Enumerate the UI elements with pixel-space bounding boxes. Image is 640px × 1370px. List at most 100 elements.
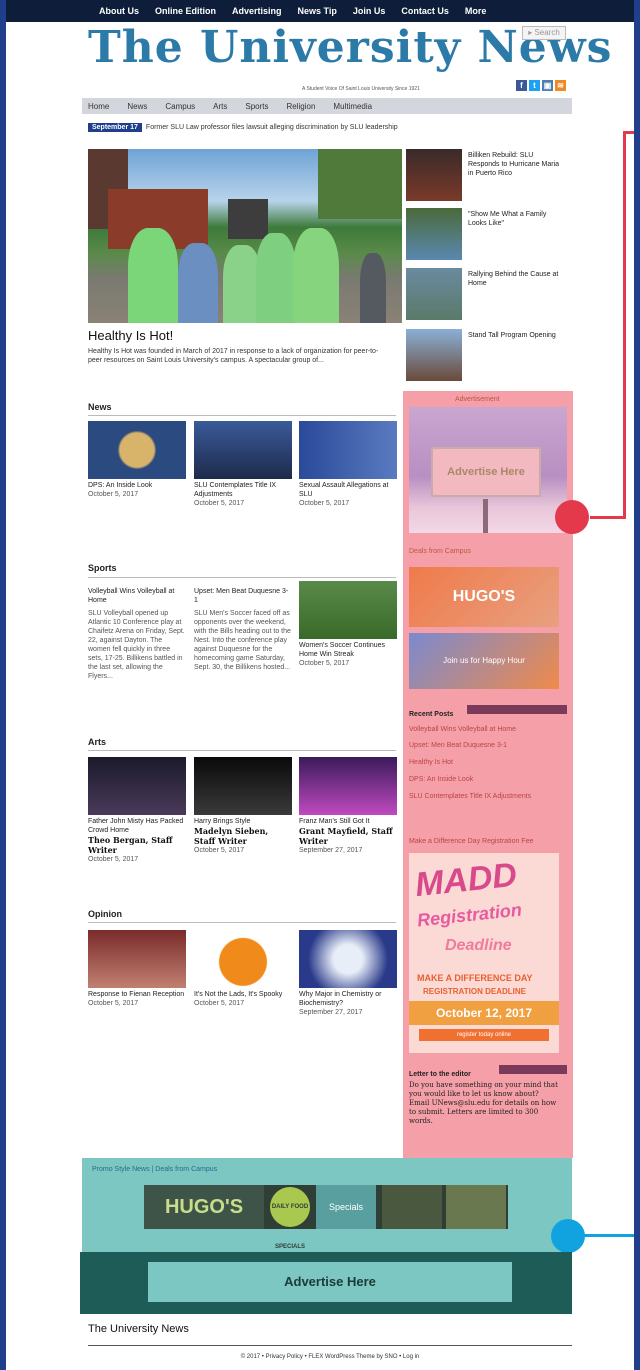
side-story[interactable]: Rallying Behind the Cause at Home xyxy=(406,268,566,320)
recent-post-link[interactable]: Healthy Is Hot xyxy=(409,758,559,767)
card-title[interactable]: Sexual Assault Allegations at SLU xyxy=(299,481,397,499)
callout-marker-blue xyxy=(551,1219,585,1253)
hugos-banner-ad[interactable]: HUGO'S DAILY FOOD SPECIALS Specials xyxy=(144,1185,508,1250)
news-card[interactable]: Sexual Assault Allegations at SLU Octobe… xyxy=(299,421,397,508)
nav-home[interactable]: Home xyxy=(88,102,109,111)
opinion-card[interactable]: It's Not the Lads, It's Spooky October 5… xyxy=(194,930,292,1008)
rss-icon[interactable]: ≋ xyxy=(555,80,566,91)
nav-news[interactable]: News xyxy=(127,102,147,111)
facebook-icon[interactable]: f xyxy=(516,80,527,91)
section-heading-sports[interactable]: Sports xyxy=(88,563,117,573)
card-date: October 5, 2017 xyxy=(88,1000,139,1007)
hero-title[interactable]: Healthy Is Hot! xyxy=(88,328,173,343)
card-title[interactable]: Response to Fienan Reception xyxy=(88,990,186,999)
section-heading-opinion[interactable]: Opinion xyxy=(88,909,122,919)
card-image xyxy=(88,930,186,988)
section-heading-arts[interactable]: Arts xyxy=(88,737,106,747)
madd-ad[interactable]: MADD Registration Deadline MAKE A DIFFER… xyxy=(409,853,559,1053)
opinion-card[interactable]: Response to Fienan Reception October 5, … xyxy=(88,930,186,1008)
side-story[interactable]: "Show Me What a Family Looks Like" xyxy=(406,208,566,260)
madd-date: October 12, 2017 xyxy=(409,1001,559,1025)
top-nav-more[interactable]: More xyxy=(457,0,495,22)
card-title[interactable]: Volleyball Wins Volleyball at Home xyxy=(88,587,186,605)
card-title[interactable]: Father John Misty Has Packed Crowd Home xyxy=(88,817,186,835)
heading-bar xyxy=(467,705,567,714)
card-byline: Theo Bergan, Staff Writer xyxy=(88,835,173,855)
footer-copyright: © 2017 • Privacy Policy • FLEX WordPress… xyxy=(240,1354,420,1360)
card-date: September 27, 2017 xyxy=(299,847,363,854)
news-card[interactable]: SLU Contemplates Title IX Adjustments Oc… xyxy=(194,421,292,508)
card-title[interactable]: Why Major in Chemistry or Biochemistry? xyxy=(299,990,397,1008)
recent-post-link[interactable]: SLU Contemplates Title IX Adjustments xyxy=(409,792,559,801)
site-title[interactable]: The University News xyxy=(88,22,611,73)
search-button[interactable]: ▸ Search xyxy=(522,26,566,40)
nav-sports[interactable]: Sports xyxy=(245,102,268,111)
main-nav: Home News Campus Arts Sports Religion Mu… xyxy=(82,98,572,114)
advertise-here-button[interactable]: Advertise Here xyxy=(148,1262,512,1302)
twitter-icon[interactable]: t xyxy=(529,80,540,91)
top-nav-contact[interactable]: Contact Us xyxy=(393,0,457,22)
ticker-date: September 17 xyxy=(88,122,142,132)
hero-image[interactable] xyxy=(88,149,402,323)
recent-post-link[interactable]: Upset: Men Beat Duquesne 3-1 xyxy=(409,741,559,750)
callout-line xyxy=(623,131,626,519)
ad-label: Advertisement xyxy=(455,396,500,403)
card-title[interactable]: It's Not the Lads, It's Spooky xyxy=(194,990,292,999)
madd-line3: Deadline xyxy=(445,937,512,954)
sidebar: Advertisement Advertise Here Deals from … xyxy=(403,391,573,1158)
callout-marker-red xyxy=(555,500,589,534)
nav-religion[interactable]: Religion xyxy=(287,102,316,111)
side-story-caption[interactable]: Rallying Behind the Cause at Home xyxy=(468,270,564,288)
sports-card[interactable]: Upset: Men Beat Duquesne 3-1 SLU Men's S… xyxy=(194,585,292,672)
card-date: October 5, 2017 xyxy=(194,1000,245,1007)
recent-post-link[interactable]: Volleyball Wins Volleyball at Home xyxy=(409,725,559,734)
hugos-ad-top[interactable]: HUGO'S xyxy=(409,567,559,627)
card-title[interactable]: Harry Brings Style xyxy=(194,817,292,826)
side-story[interactable]: Billiken Rebuild: SLU Responds to Hurric… xyxy=(406,149,566,201)
card-title[interactable]: DPS: An Inside Look xyxy=(88,481,186,490)
top-nav-join[interactable]: Join Us xyxy=(345,0,394,22)
card-title[interactable]: Franz Man's Still Got It xyxy=(299,817,397,826)
footer-title[interactable]: The University News xyxy=(88,1323,189,1335)
section-heading-news[interactable]: News xyxy=(88,402,112,412)
footer-ad-band: Promo Style News | Deals from Campus HUG… xyxy=(82,1158,572,1254)
story-thumbnail xyxy=(406,268,462,320)
sports-card[interactable]: Volleyball Wins Volleyball at Home SLU V… xyxy=(88,585,186,681)
side-story[interactable]: Stand Tall Program Opening xyxy=(406,329,566,381)
side-story-caption[interactable]: "Show Me What a Family Looks Like" xyxy=(468,210,564,228)
side-story-caption[interactable]: Billiken Rebuild: SLU Responds to Hurric… xyxy=(468,151,564,178)
instagram-icon[interactable]: ▣ xyxy=(542,80,553,91)
recent-post-link[interactable]: DPS: An Inside Look xyxy=(409,775,559,784)
card-excerpt: SLU Volleyball opened up Atlantic 10 Con… xyxy=(88,610,185,680)
opinion-card[interactable]: Why Major in Chemistry or Biochemistry? … xyxy=(299,930,397,1017)
arts-card[interactable]: Father John Misty Has Packed Crowd Home … xyxy=(88,757,186,864)
hugos-ad-bottom[interactable]: Join us for Happy Hour xyxy=(409,633,559,689)
card-image xyxy=(299,581,397,639)
news-card[interactable]: DPS: An Inside Look October 5, 2017 xyxy=(88,421,186,499)
card-excerpt: SLU Men's Soccer faced off as opponents … xyxy=(194,610,291,671)
top-nav-news-tip[interactable]: News Tip xyxy=(290,0,345,22)
sports-card[interactable]: Women's Soccer Continues Home Win Streak… xyxy=(299,581,397,668)
sidebar-ad[interactable]: Advertise Here xyxy=(409,407,567,533)
card-date: October 5, 2017 xyxy=(299,500,350,507)
nav-arts[interactable]: Arts xyxy=(213,102,227,111)
card-title[interactable]: Women's Soccer Continues Home Win Streak xyxy=(299,641,397,659)
card-title[interactable]: SLU Contemplates Title IX Adjustments xyxy=(194,481,292,499)
deals-label[interactable]: Deals from Campus xyxy=(409,548,471,555)
arts-card[interactable]: Franz Man's Still Got It Grant Mayfield,… xyxy=(299,757,397,855)
footer-ad-label[interactable]: Promo Style News | Deals from Campus xyxy=(92,1166,217,1173)
masthead: The University News A Student Voice Of S… xyxy=(82,22,611,96)
madd-label[interactable]: Make a Difference Day Registration Fee xyxy=(409,837,559,846)
nav-campus[interactable]: Campus xyxy=(165,102,195,111)
side-story-caption[interactable]: Stand Tall Program Opening xyxy=(468,331,564,340)
arts-card[interactable]: Harry Brings Style Madelyn Sieben, Staff… xyxy=(194,757,292,855)
top-nav-online-edition[interactable]: Online Edition xyxy=(147,0,224,22)
card-image xyxy=(194,930,292,988)
banner-specials: Specials xyxy=(316,1185,376,1229)
top-nav-advertising[interactable]: Advertising xyxy=(224,0,290,22)
letter-text: Do you have something on your mind that … xyxy=(409,1081,558,1125)
top-nav-about[interactable]: About Us xyxy=(91,0,147,22)
ticker-headline[interactable]: Former SLU Law professor files lawsuit a… xyxy=(146,124,398,131)
card-title[interactable]: Upset: Men Beat Duquesne 3-1 xyxy=(194,587,292,605)
nav-multimedia[interactable]: Multimedia xyxy=(333,102,372,111)
